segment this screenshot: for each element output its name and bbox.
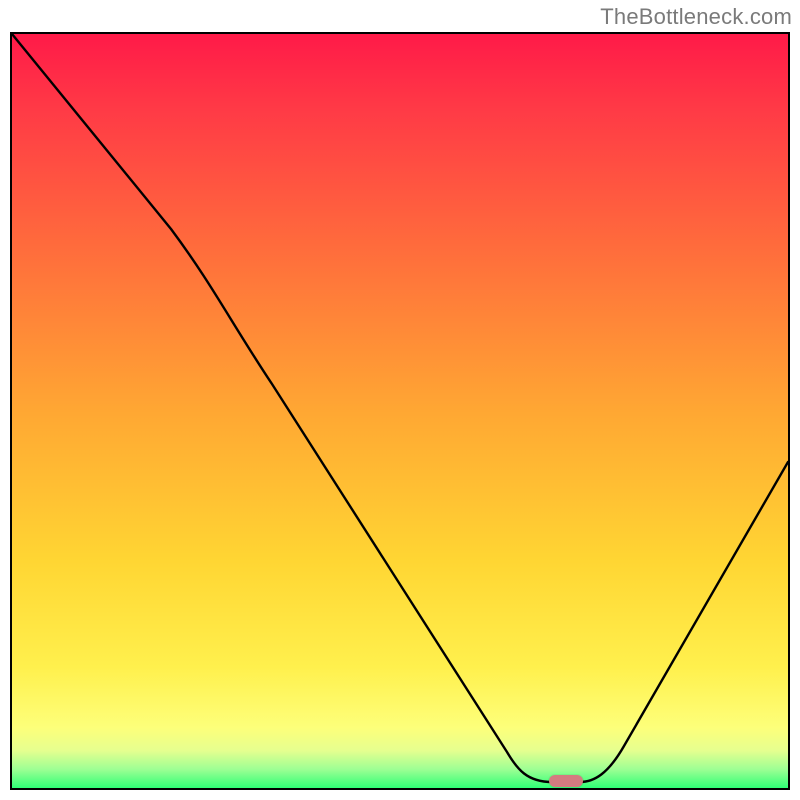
bottleneck-curve-path xyxy=(12,34,788,782)
optimum-marker-pill xyxy=(549,775,583,787)
bottleneck-curve-svg xyxy=(12,34,788,788)
plot-area xyxy=(10,32,790,790)
watermark-text: TheBottleneck.com xyxy=(600,4,792,30)
chart-stage: TheBottleneck.com xyxy=(0,0,800,800)
